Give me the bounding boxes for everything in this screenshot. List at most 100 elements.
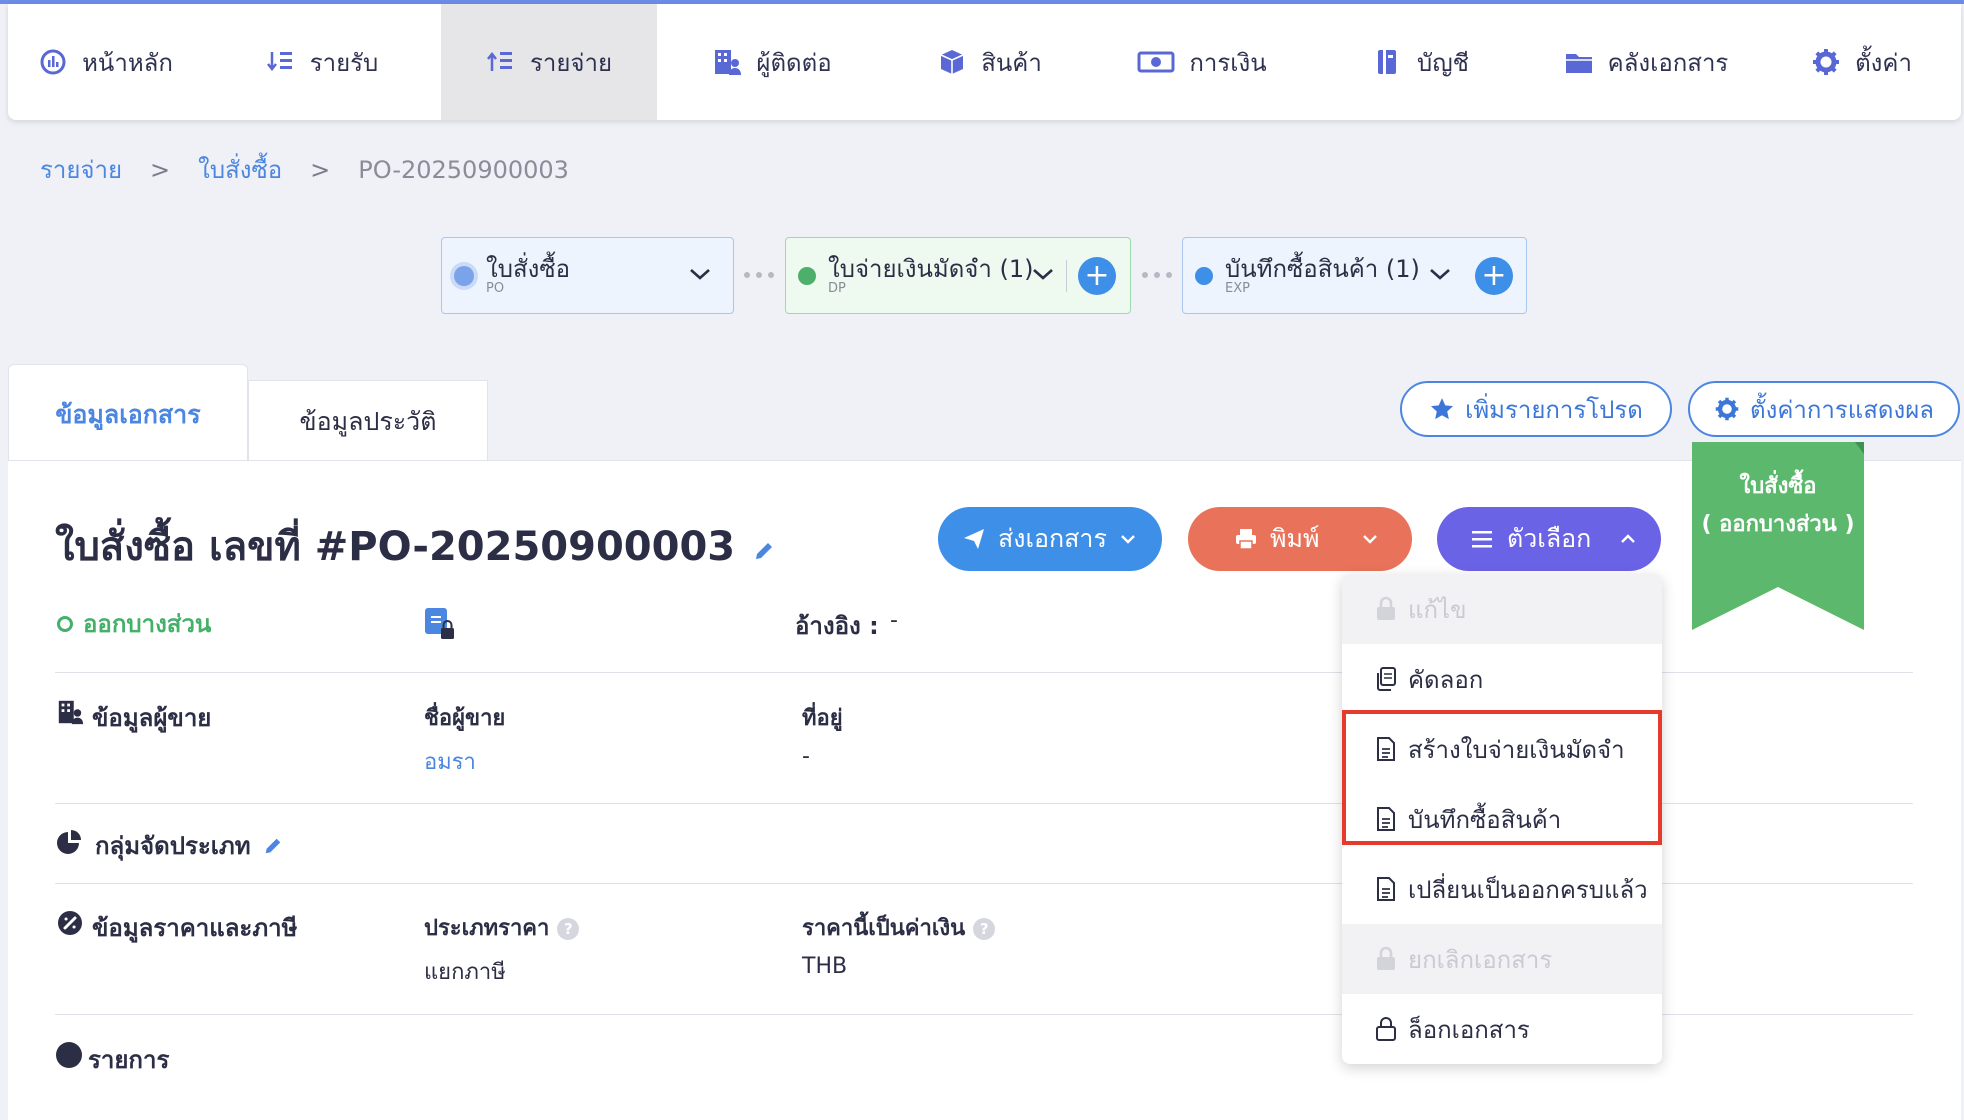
- chevron-down-icon[interactable]: [688, 262, 712, 286]
- nav-item-contacts[interactable]: ผู้ติดต่อ: [657, 4, 887, 120]
- nav-label: สินค้า: [981, 48, 1042, 77]
- display-settings-label: ตั้งค่าการแสดงผล: [1750, 395, 1934, 424]
- add-deposit-button[interactable]: +: [1078, 257, 1116, 295]
- step-connector: [1142, 272, 1172, 278]
- plus-icon: +: [1481, 258, 1507, 293]
- menu-item-lock-document[interactable]: ล็อกเอกสาร: [1342, 994, 1662, 1064]
- step-status-dot: [798, 266, 816, 285]
- step-status-dot: [1195, 266, 1213, 285]
- divider: [1066, 260, 1067, 292]
- gear-icon: [1715, 397, 1739, 421]
- breadcrumb-separator: >: [310, 155, 331, 184]
- step-code: EXP: [1225, 280, 1250, 296]
- ribbon-line-1: ใบสั่งซื้อ: [1739, 474, 1817, 499]
- locked-document-icon[interactable]: [424, 607, 456, 641]
- menu-item-mark-complete[interactable]: เปลี่ยนเป็นออกครบแล้ว: [1342, 854, 1662, 924]
- seller-address-value: -: [802, 744, 810, 769]
- currency-value: THB: [802, 954, 848, 979]
- nav-item-products[interactable]: สินค้า: [887, 4, 1092, 120]
- nav-item-home[interactable]: หน้าหลัก: [8, 4, 203, 120]
- display-settings-button[interactable]: ตั้งค่าการแสดงผล: [1688, 381, 1960, 437]
- tab-history[interactable]: ข้อมูลประวัติ: [248, 380, 488, 462]
- currency-label-text: ราคานี้เป็นค่าเงิน: [802, 916, 966, 941]
- price-tag-badge-icon: [58, 911, 82, 935]
- printer-icon: [1236, 529, 1256, 550]
- step-label: บันทึกซื้อสินค้า (1): [1225, 254, 1420, 283]
- status-ring-icon: [57, 615, 73, 632]
- document-icon: [1377, 877, 1395, 901]
- menu-item-label: ยกเลิกเอกสาร: [1408, 945, 1553, 974]
- ribbon-label: ใบสั่งซื้อ ( ออกบางส่วน ): [1692, 468, 1864, 544]
- add-purchase-record-button[interactable]: +: [1475, 257, 1513, 295]
- step-connector: [744, 272, 774, 278]
- page-title: ใบสั่งซื้อ เลขที่ #PO-20250900003: [55, 514, 775, 578]
- currency-label: ราคานี้เป็นค่าเงิน?: [802, 910, 996, 945]
- breadcrumb-separator: >: [150, 155, 171, 184]
- menu-item-edit: แก้ไข: [1342, 574, 1662, 644]
- menu-item-label: คัดลอก: [1408, 665, 1484, 694]
- menu-lines-icon: [1472, 531, 1492, 548]
- folder-icon: [1564, 47, 1594, 77]
- options-button[interactable]: ตัวเลือก: [1437, 507, 1661, 571]
- group-section-title: กลุ่มจัดประเภท: [95, 826, 283, 865]
- nav-label: ตั้งค่า: [1855, 48, 1912, 77]
- send-label: ส่งเอกสาร: [998, 524, 1107, 553]
- nav-item-settings[interactable]: ตั้งค่า: [1762, 4, 1961, 120]
- nav-item-finance[interactable]: การเงิน: [1092, 4, 1312, 120]
- status-badge: ออกบางส่วน: [57, 604, 211, 643]
- step-code: PO: [486, 280, 505, 296]
- main-nav: หน้าหลัก รายรับ รายจ่าย ผู้ติดต่อ สินค้า…: [8, 4, 1961, 120]
- price-type-label: ประเภทราคา?: [424, 910, 580, 945]
- chevron-down-icon[interactable]: [1428, 262, 1452, 286]
- print-label: พิมพ์: [1270, 524, 1320, 553]
- seller-building-icon: [58, 700, 84, 725]
- nav-item-income[interactable]: รายรับ: [203, 4, 441, 120]
- nav-item-documents[interactable]: คลังเอกสาร: [1530, 4, 1762, 120]
- breadcrumb-expense[interactable]: รายจ่าย: [40, 150, 122, 189]
- step-purchase-order[interactable]: ใบสั่งซื้อ PO: [441, 237, 734, 314]
- print-dropdown-toggle[interactable]: [1361, 525, 1379, 554]
- reference-value: -: [890, 608, 898, 633]
- options-label: ตัวเลือก: [1507, 524, 1592, 553]
- contacts-building-icon: [712, 47, 742, 77]
- pie-chart-icon: [57, 830, 81, 854]
- price-type-value: แยกภาษี: [424, 960, 506, 985]
- add-favorite-button[interactable]: เพิ่มรายการโปรด: [1400, 381, 1672, 437]
- nav-label: หน้าหลัก: [82, 48, 173, 77]
- pencil-icon[interactable]: [753, 540, 775, 562]
- menu-item-cancel-document: ยกเลิกเอกสาร: [1342, 924, 1662, 994]
- ledger-icon: [1373, 47, 1403, 77]
- help-icon[interactable]: ?: [557, 918, 580, 940]
- expense-list-icon: [486, 47, 516, 77]
- price-section-title: ข้อมูลราคาและภาษี: [92, 914, 298, 942]
- add-favorite-label: เพิ่มรายการโปรด: [1465, 395, 1643, 424]
- lock-icon: [1377, 946, 1395, 970]
- step-deposit-payment[interactable]: ใบจ่ายเงินมัดจำ (1) DP +: [785, 237, 1131, 314]
- reference-label: อ้างอิง :: [795, 612, 879, 640]
- menu-item-copy[interactable]: คัดลอก: [1342, 644, 1662, 714]
- send-document-button[interactable]: ส่งเอกสาร: [938, 507, 1162, 571]
- box-icon: [937, 47, 967, 77]
- seller-name-link[interactable]: อมรา: [424, 744, 476, 779]
- nav-item-accounting[interactable]: บัญชี: [1312, 4, 1530, 120]
- menu-item-label: แก้ไข: [1408, 595, 1467, 624]
- help-icon[interactable]: ?: [973, 918, 996, 940]
- pencil-icon[interactable]: [263, 836, 283, 856]
- chevron-down-icon: [1363, 534, 1378, 544]
- group-section-text: กลุ่มจัดประเภท: [95, 832, 251, 860]
- plus-icon: +: [1084, 258, 1110, 293]
- price-type-label-text: ประเภทราคา: [424, 916, 550, 941]
- print-button[interactable]: พิมพ์: [1188, 507, 1412, 571]
- items-section-title: รายการ: [88, 1046, 170, 1074]
- document-title-text: ใบสั่งซื้อ เลขที่ #PO-20250900003: [55, 524, 736, 570]
- chevron-down-icon[interactable]: [1031, 262, 1055, 286]
- chevron-up-icon: [1621, 534, 1636, 543]
- seller-address-label: ที่อยู่: [802, 706, 843, 731]
- menu-item-label: ล็อกเอกสาร: [1408, 1015, 1530, 1044]
- breadcrumb-purchase-order[interactable]: ใบสั่งซื้อ: [198, 150, 282, 189]
- nav-item-expense[interactable]: รายจ่าย: [441, 4, 657, 120]
- lock-icon: [1377, 596, 1395, 620]
- tab-document-info[interactable]: ข้อมูลเอกสาร: [8, 364, 248, 464]
- nav-label: รายจ่าย: [529, 48, 613, 77]
- step-purchase-record[interactable]: บันทึกซื้อสินค้า (1) EXP +: [1182, 237, 1527, 314]
